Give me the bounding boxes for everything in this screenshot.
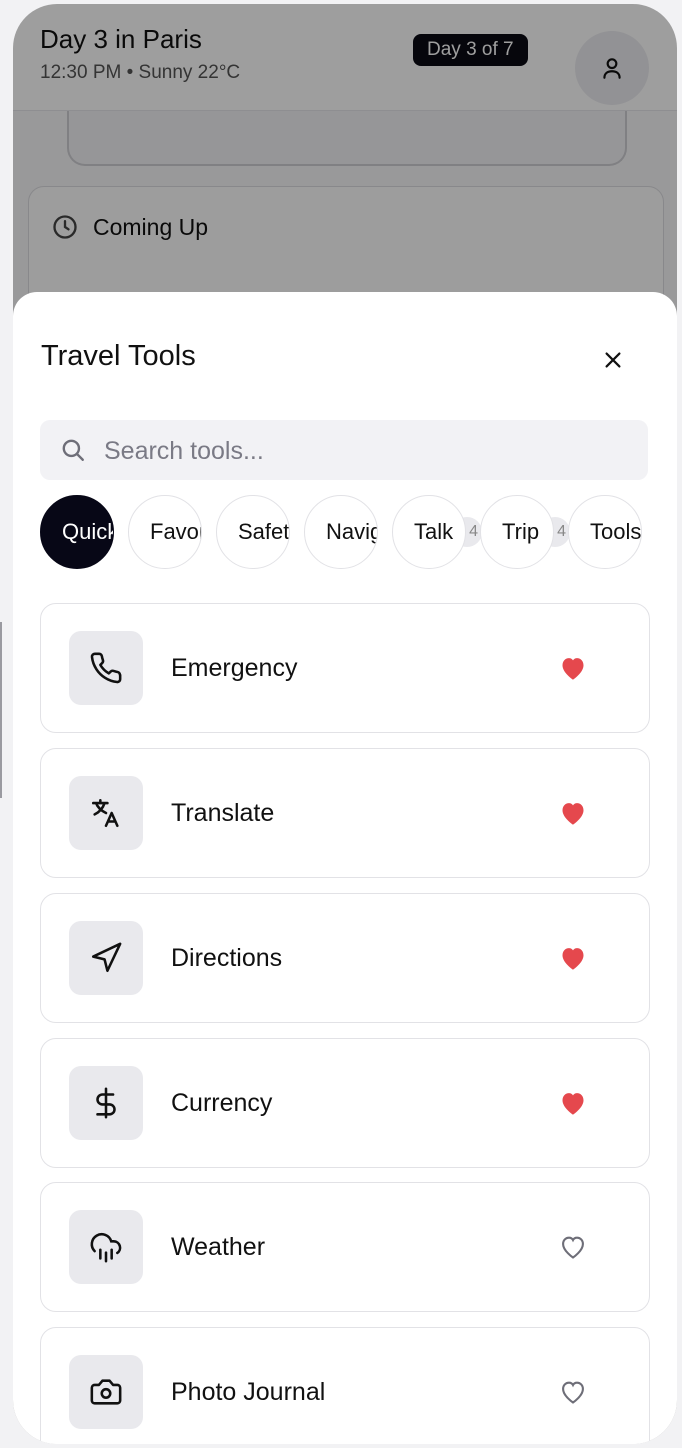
- search-bar[interactable]: [40, 420, 648, 482]
- chip-label: Tools: [590, 519, 642, 544]
- tool-directions[interactable]: Directions: [40, 893, 650, 1023]
- cloud-rain-icon: [90, 1232, 122, 1263]
- tool-currency[interactable]: Currency: [40, 1038, 650, 1168]
- chip-navigation[interactable]: Navigation: [304, 495, 378, 569]
- tool-weather[interactable]: Weather: [40, 1182, 650, 1312]
- chip-label: Navigation: [326, 519, 378, 544]
- chip-safety[interactable]: Safety: [216, 495, 290, 569]
- tool-translate[interactable]: Translate: [40, 748, 650, 878]
- tool-label: Currency: [171, 1089, 273, 1117]
- chip-label: Talk: [414, 519, 454, 544]
- close-button[interactable]: [591, 338, 635, 382]
- category-chips: Quick Favorites Safety Navigation 4 Talk…: [40, 495, 650, 571]
- favorite-toggle[interactable]: [555, 1231, 591, 1263]
- chip-trip[interactable]: Trip: [480, 495, 554, 569]
- tool-photo-journal[interactable]: Photo Journal: [40, 1327, 650, 1444]
- close-icon: [605, 352, 621, 368]
- heart-outline-icon: [562, 1381, 584, 1404]
- scrollbar-edge: [0, 622, 2, 798]
- favorite-toggle[interactable]: [555, 652, 591, 684]
- tool-emergency[interactable]: Emergency: [40, 603, 650, 733]
- tool-icon-box: [69, 921, 143, 995]
- heart-outline-icon: [562, 1236, 584, 1259]
- travel-tools-sheet: Travel Tools Quick Favorites Safety Navi…: [13, 292, 677, 1444]
- chip-quick[interactable]: Quick: [40, 495, 114, 569]
- favorite-toggle[interactable]: [555, 1087, 591, 1119]
- chip-tools[interactable]: Tools: [568, 495, 642, 569]
- tool-label: Translate: [171, 799, 275, 827]
- chip-label: Favorites: [150, 519, 201, 544]
- tool-icon-box: [69, 631, 143, 705]
- chip-label: Safety: [238, 519, 290, 544]
- chip-label: Quick: [62, 519, 114, 544]
- heart-filled-icon: [562, 658, 584, 680]
- translate-icon: [91, 798, 119, 828]
- favorite-toggle[interactable]: [555, 797, 591, 829]
- tool-label: Emergency: [171, 654, 298, 682]
- tool-label: Directions: [171, 944, 283, 972]
- search-icon: [62, 439, 84, 461]
- tool-label: Weather: [171, 1233, 266, 1261]
- phone-icon: [90, 652, 122, 684]
- chip-favorites[interactable]: Favorites: [128, 495, 202, 569]
- dollar-icon: [96, 1087, 116, 1119]
- favorite-toggle[interactable]: [555, 1376, 591, 1408]
- camera-icon: [90, 1379, 122, 1405]
- tool-icon-box: [69, 1210, 143, 1284]
- search-input[interactable]: [102, 420, 636, 482]
- heart-filled-icon: [562, 1093, 584, 1115]
- tool-icon-box: [69, 1355, 143, 1429]
- tool-icon-box: [69, 1066, 143, 1140]
- tool-icon-box: [69, 776, 143, 850]
- chip-label: Trip: [502, 519, 540, 544]
- heart-filled-icon: [562, 948, 584, 970]
- tool-label: Photo Journal: [171, 1378, 326, 1406]
- chip-talk[interactable]: Talk: [392, 495, 466, 569]
- favorite-toggle[interactable]: [555, 942, 591, 974]
- phone-frame: Day 3 in Paris 12:30 PM • Sunny 22°C Day…: [13, 4, 677, 1444]
- navigation-arrow-icon: [91, 942, 122, 973]
- sheet-title: Travel Tools: [41, 340, 196, 372]
- heart-filled-icon: [562, 803, 584, 825]
